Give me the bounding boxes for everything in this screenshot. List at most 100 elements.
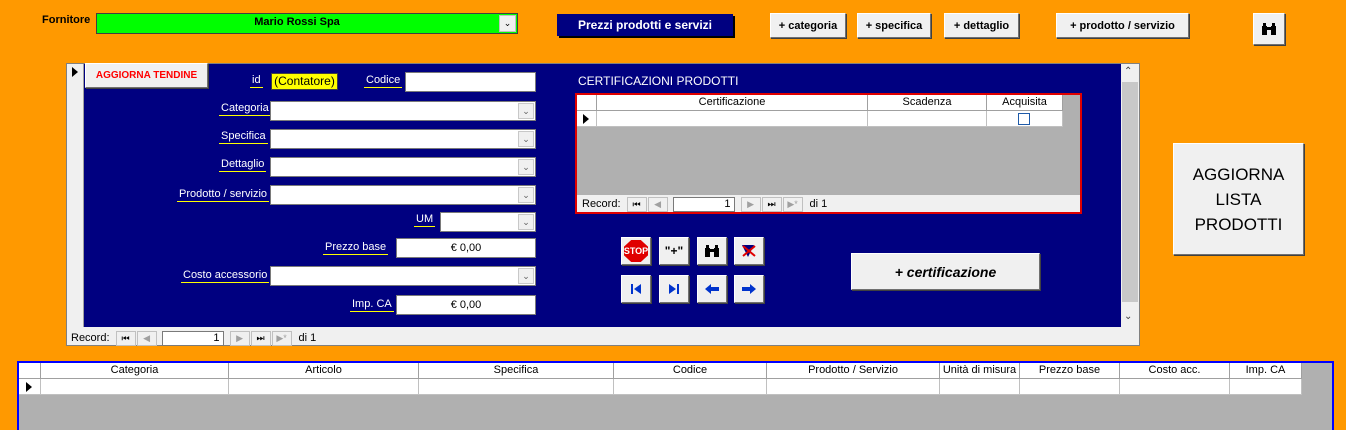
binoculars-icon bbox=[1262, 23, 1276, 35]
prezzo-input[interactable]: € 0,00 bbox=[396, 238, 536, 258]
chevron-down-icon[interactable]: ⌄ bbox=[518, 103, 534, 119]
last-button[interactable] bbox=[659, 275, 689, 303]
scroll-thumb[interactable] bbox=[1122, 82, 1138, 302]
new-record-icon[interactable]: ▶* bbox=[271, 330, 292, 346]
aggiorna-tendine-button[interactable]: AGGIORNA TENDINE bbox=[85, 63, 208, 88]
list-cell-categoria[interactable] bbox=[41, 379, 229, 395]
specifica-combo[interactable]: ⌄ bbox=[270, 129, 536, 149]
list-cell-specifica[interactable] bbox=[419, 379, 614, 395]
stop-button[interactable]: STOP bbox=[621, 237, 651, 265]
codice-label: Codice bbox=[364, 74, 403, 88]
list-col-impca[interactable]: Imp. CA bbox=[1230, 363, 1302, 378]
prodotto-label: Prodotto / servizio bbox=[177, 188, 270, 202]
next-button[interactable] bbox=[734, 275, 764, 303]
cert-new-row[interactable] bbox=[577, 111, 1063, 127]
arrow-left-icon bbox=[705, 284, 719, 294]
cert-col-certificazione[interactable]: Certificazione bbox=[597, 95, 868, 110]
prezzo-value: € 0,00 bbox=[450, 242, 482, 254]
cert-cell-acquisita[interactable] bbox=[987, 111, 1063, 127]
page-title: Prezzi prodotti e servizi bbox=[557, 14, 733, 36]
stop-icon: STOP bbox=[624, 240, 648, 262]
first-record-icon[interactable]: ⏮ bbox=[626, 196, 647, 212]
next-record-icon[interactable]: ▶ bbox=[229, 330, 250, 346]
prev-record-icon[interactable]: ◀ bbox=[647, 196, 668, 212]
list-cell-codice[interactable] bbox=[614, 379, 767, 395]
list-col-categoria[interactable]: Categoria bbox=[41, 363, 229, 378]
add-specifica-button[interactable]: + specifica bbox=[857, 13, 931, 38]
fornitore-combo[interactable]: Mario Rossi Spa ⌄ bbox=[96, 13, 518, 34]
codice-input[interactable] bbox=[405, 72, 536, 92]
cert-record-number-input[interactable]: 1 bbox=[672, 196, 735, 212]
costo-combo[interactable]: ⌄ bbox=[270, 266, 536, 286]
categoria-combo[interactable]: ⌄ bbox=[270, 101, 536, 121]
list-col-codice[interactable]: Codice bbox=[614, 363, 767, 378]
last-record-icon[interactable]: ⏭ bbox=[761, 196, 782, 212]
cert-row-selector[interactable] bbox=[577, 111, 597, 127]
chevron-down-icon[interactable]: ⌄ bbox=[499, 15, 516, 32]
dettaglio-combo[interactable]: ⌄ bbox=[270, 157, 536, 177]
list-cell-prodotto[interactable] bbox=[767, 379, 940, 395]
scroll-down-icon[interactable]: ⌄ bbox=[1124, 311, 1132, 322]
chevron-down-icon[interactable]: ⌄ bbox=[518, 159, 534, 175]
aggiorna-lista-label: AGGIORNA LISTA PRODOTTI bbox=[1192, 164, 1285, 234]
list-row-selector[interactable] bbox=[19, 379, 41, 395]
delete-record-button[interactable] bbox=[734, 237, 764, 265]
new-record-button[interactable]: "+" bbox=[659, 237, 689, 265]
add-dettaglio-button[interactable]: + dettaglio bbox=[944, 13, 1019, 38]
scroll-up-icon[interactable]: ⌃ bbox=[1124, 66, 1132, 77]
chevron-down-icon[interactable]: ⌄ bbox=[518, 268, 534, 284]
chevron-down-icon[interactable]: ⌄ bbox=[518, 214, 534, 230]
list-cell-impca[interactable] bbox=[1230, 379, 1302, 395]
add-categoria-button[interactable]: + categoria bbox=[770, 13, 846, 38]
list-col-unita[interactable]: Unità di misura bbox=[940, 363, 1020, 378]
impca-input[interactable]: € 0,00 bbox=[396, 295, 536, 315]
record-number-input[interactable]: 1 bbox=[161, 330, 224, 346]
add-certificazione-button[interactable]: + certificazione bbox=[851, 253, 1040, 290]
find-button[interactable] bbox=[1253, 13, 1285, 45]
list-new-row[interactable] bbox=[19, 379, 1302, 395]
prezzo-label: Prezzo base bbox=[323, 241, 389, 255]
current-record-arrow-icon bbox=[72, 67, 78, 77]
delete-icon bbox=[742, 245, 756, 257]
cert-col-acquisita[interactable]: Acquisita bbox=[987, 95, 1063, 110]
fornitore-label: Fornitore bbox=[42, 14, 91, 26]
list-col-prodotto[interactable]: Prodotto / Servizio bbox=[767, 363, 940, 378]
current-record-arrow-icon bbox=[583, 114, 589, 124]
record-label: Record: bbox=[71, 332, 110, 344]
cert-cell-scadenza[interactable] bbox=[868, 111, 987, 127]
list-col-prezzo[interactable]: Prezzo base bbox=[1020, 363, 1120, 378]
impca-value: € 0,00 bbox=[450, 299, 482, 311]
next-record-icon[interactable]: ▶ bbox=[740, 196, 761, 212]
id-label: id bbox=[250, 74, 263, 88]
last-record-icon[interactable]: ⏭ bbox=[250, 330, 271, 346]
prev-button[interactable] bbox=[697, 275, 727, 303]
cert-header-selector bbox=[577, 95, 597, 110]
new-record-icon[interactable]: ▶* bbox=[782, 196, 803, 212]
list-col-specifica[interactable]: Specifica bbox=[419, 363, 614, 378]
list-cell-unita[interactable] bbox=[940, 379, 1020, 395]
vertical-scrollbar[interactable]: ⌃ ⌄ bbox=[1121, 64, 1139, 327]
chevron-down-icon[interactable]: ⌄ bbox=[518, 131, 534, 147]
record-selector[interactable] bbox=[67, 64, 84, 327]
cert-col-scadenza[interactable]: Scadenza bbox=[868, 95, 987, 110]
um-combo[interactable]: ⌄ bbox=[440, 212, 536, 232]
list-cell-articolo[interactable] bbox=[229, 379, 419, 395]
list-cell-prezzo[interactable] bbox=[1020, 379, 1120, 395]
id-value: (Contatore) bbox=[274, 74, 335, 88]
prodotto-combo[interactable]: ⌄ bbox=[270, 185, 536, 205]
aggiorna-lista-button[interactable]: AGGIORNA LISTA PRODOTTI bbox=[1173, 143, 1304, 255]
prev-record-icon[interactable]: ◀ bbox=[136, 330, 157, 346]
add-prodotto-button[interactable]: + prodotto / servizio bbox=[1056, 13, 1189, 38]
first-button[interactable] bbox=[621, 275, 651, 303]
costo-label: Costo accessorio bbox=[181, 269, 270, 283]
first-record-icon[interactable]: ⏮ bbox=[115, 330, 136, 346]
fornitore-value: Mario Rossi Spa bbox=[254, 16, 340, 28]
list-col-costo[interactable]: Costo acc. bbox=[1120, 363, 1230, 378]
list-cell-costo[interactable] bbox=[1120, 379, 1230, 395]
form-record-navigator: Record: ⏮ ◀ 1 ▶ ⏭ ▶* di 1 bbox=[71, 330, 316, 346]
chevron-down-icon[interactable]: ⌄ bbox=[518, 187, 534, 203]
acquisita-checkbox[interactable] bbox=[1018, 113, 1030, 125]
list-col-articolo[interactable]: Articolo bbox=[229, 363, 419, 378]
search-button[interactable] bbox=[697, 237, 727, 265]
cert-cell-certificazione[interactable] bbox=[597, 111, 868, 127]
